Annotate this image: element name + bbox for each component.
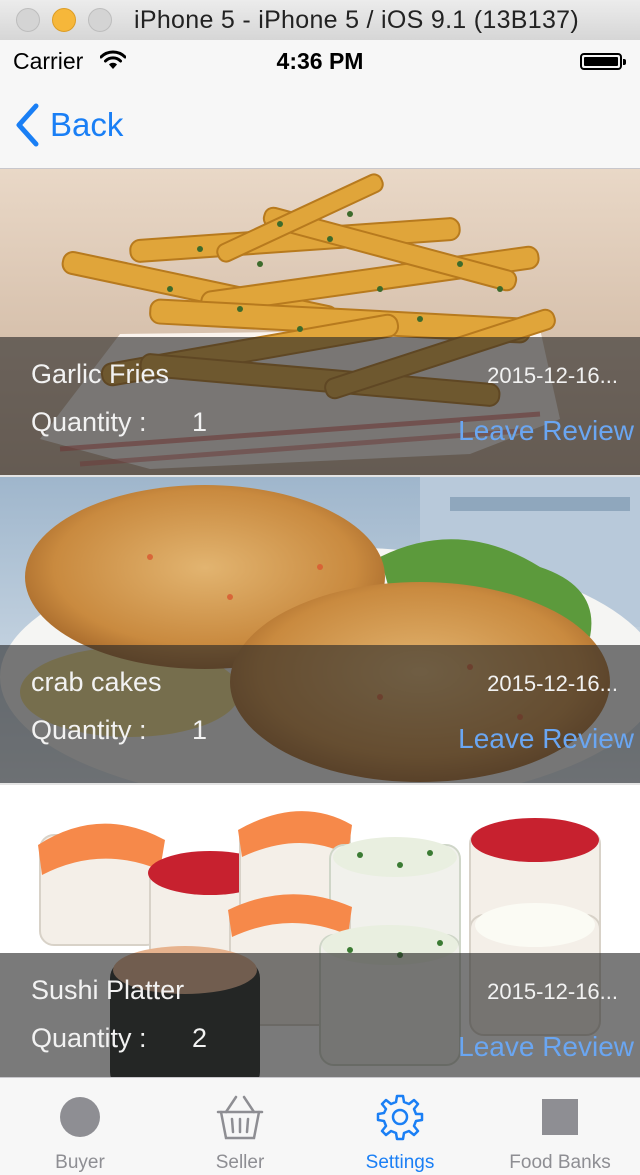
gear-icon [320,1094,480,1144]
battery-icon [580,53,626,70]
order-cell[interactable]: Sushi Platter 2015-12-16... Quantity : 2… [0,785,640,1093]
order-info-overlay: Garlic Fries 2015-12-16... Quantity : 1 … [0,337,640,475]
leave-review-button[interactable]: Leave Review [458,415,634,447]
window-controls [16,8,112,32]
tab-label: Settings [365,1152,435,1173]
navigation-bar: Back [0,80,640,169]
tab-label: Buyer [55,1152,105,1173]
food-name: Garlic Fries [31,359,170,389]
quantity-value: 1 [192,407,208,437]
food-name: Sushi Platter [31,975,185,1005]
close-window-button[interactable] [16,8,40,32]
quantity-label: Quantity : [31,1023,147,1053]
tab-settings[interactable]: Settings [320,1078,480,1175]
order-cell[interactable]: crab cakes 2015-12-16... Quantity : 1 Le… [0,477,640,785]
clock-time: 4:36 PM [276,48,364,74]
back-button[interactable]: Back [14,102,123,148]
order-cell[interactable]: Garlic Fries 2015-12-16... Quantity : 1 … [0,169,640,477]
window-title: iPhone 5 - iPhone 5 / iOS 9.1 (13B137) [134,5,580,34]
chevron-left-icon [16,103,39,147]
order-list[interactable]: Garlic Fries 2015-12-16... Quantity : 1 … [0,169,640,1093]
tab-label: Food Banks [509,1152,611,1173]
quantity-value: 2 [192,1023,208,1053]
simulator-title-bar: iPhone 5 - iPhone 5 / iOS 9.1 (13B137) [0,0,640,41]
order-date: 2015-12-16... [487,671,618,696]
square-icon [480,1094,640,1144]
minimize-window-button[interactable] [52,8,76,32]
tab-seller[interactable]: Seller [160,1078,320,1175]
circle-icon [0,1094,160,1144]
zoom-window-button[interactable] [88,8,112,32]
order-date: 2015-12-16... [487,979,618,1004]
leave-review-button[interactable]: Leave Review [458,723,634,755]
back-button-label: Back [50,106,124,143]
status-bar: Carrier 4:36 PM [0,40,640,80]
food-name: crab cakes [31,667,162,697]
tab-label: Seller [215,1152,265,1173]
quantity-value: 1 [192,715,208,745]
tab-food-banks[interactable]: Food Banks [480,1078,640,1175]
tab-bar: Buyer Seller Settings Food Banks [0,1077,640,1175]
order-info-overlay: Sushi Platter 2015-12-16... Quantity : 2… [0,953,640,1091]
tab-buyer[interactable]: Buyer [0,1078,160,1175]
quantity-label: Quantity : [31,715,147,745]
order-info-overlay: crab cakes 2015-12-16... Quantity : 1 Le… [0,645,640,783]
leave-review-button[interactable]: Leave Review [458,1031,634,1063]
order-date: 2015-12-16... [487,363,618,388]
basket-icon [160,1094,320,1144]
quantity-label: Quantity : [31,407,147,437]
